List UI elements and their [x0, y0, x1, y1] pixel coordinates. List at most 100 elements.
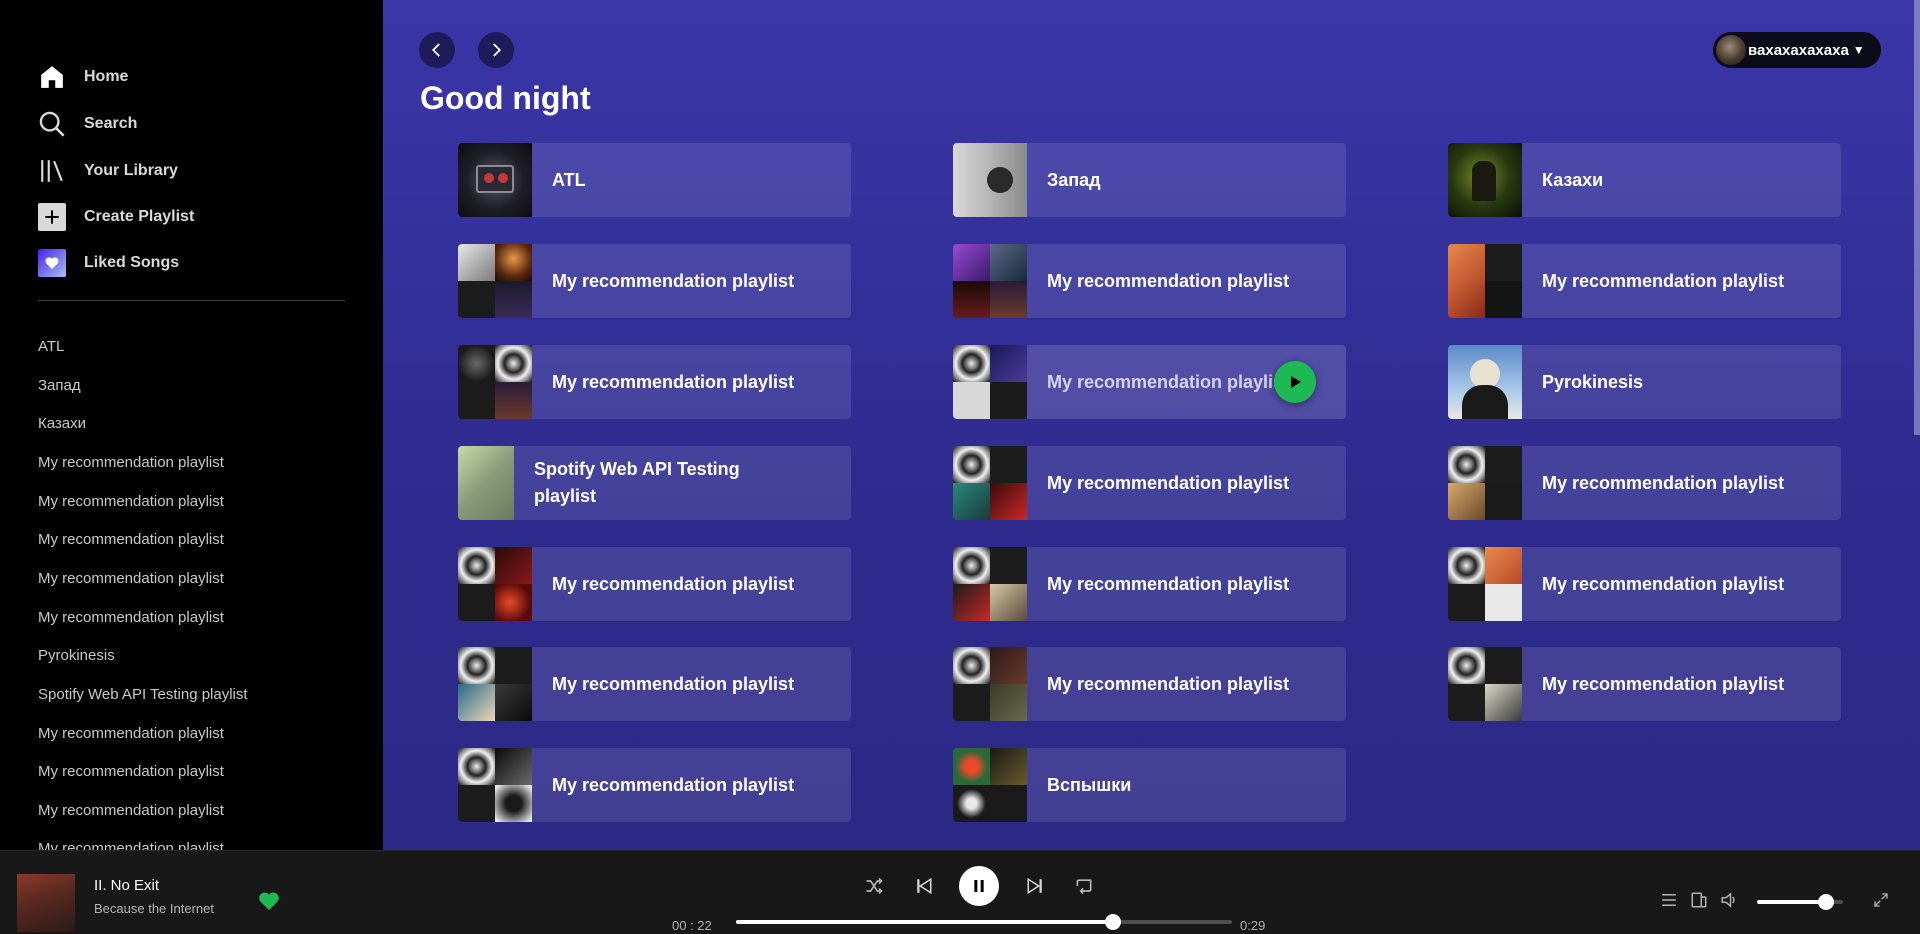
now-playing-title[interactable]: II. No Exit: [94, 877, 159, 894]
sidebar-playlist-item[interactable]: My recommendation playlist: [38, 493, 224, 510]
playlist-cover: [953, 143, 1027, 217]
playlist-card-title: My recommendation playlist: [552, 573, 795, 594]
nav-create-playlist[interactable]: Create Playlist: [38, 200, 194, 234]
progress-fill: [736, 920, 1113, 924]
playlist-card-title: Казахи: [1542, 169, 1604, 190]
playlist-card-title: My recommendation playlist: [1542, 472, 1785, 493]
scrollbar[interactable]: [1914, 0, 1920, 435]
now-playing-artist[interactable]: Because the Internet: [94, 901, 214, 916]
repeat-button[interactable]: [1072, 874, 1096, 898]
avatar: [1716, 35, 1746, 65]
shuffle-icon: [866, 877, 883, 895]
sidebar-playlist-item[interactable]: My recommendation playlist: [38, 763, 224, 780]
heart-filled-icon: [259, 892, 279, 911]
forward-button[interactable]: [478, 32, 514, 68]
user-menu-button[interactable]: вахахахахаха ▼: [1713, 32, 1881, 68]
playlist-card[interactable]: My recommendation playlist: [458, 345, 851, 419]
total-time: 0:29: [1240, 918, 1266, 933]
playlist-card[interactable]: My recommendation playlist: [953, 345, 1346, 419]
sidebar-playlist-item[interactable]: Pyrokinesis: [38, 647, 115, 664]
playlist-card[interactable]: Казахи: [1448, 143, 1841, 217]
playlist-card-title: My recommendation playlist: [1047, 673, 1290, 694]
sidebar-playlist-item[interactable]: ATL: [38, 338, 64, 355]
search-icon: [38, 110, 66, 138]
sidebar-playlist-item[interactable]: My recommendation playlist: [38, 725, 224, 742]
sidebar-playlist-item[interactable]: My recommendation playlist: [38, 840, 224, 850]
fullscreen-button[interactable]: [1870, 889, 1892, 911]
playlist-card[interactable]: My recommendation playlist: [458, 244, 851, 318]
mute-button[interactable]: [1718, 889, 1740, 911]
playlist-card-title: ATL: [552, 169, 586, 190]
play-button[interactable]: [1274, 361, 1316, 403]
volume-icon: [1721, 892, 1735, 908]
playlist-card[interactable]: My recommendation playlist: [1448, 647, 1841, 721]
sidebar-playlist-item[interactable]: My recommendation playlist: [38, 531, 224, 548]
playlist-card-title: Pyrokinesis: [1542, 371, 1644, 392]
playlist-card[interactable]: Запад: [953, 143, 1346, 217]
page-title: Good night: [420, 80, 591, 116]
heart-icon: [38, 249, 66, 277]
playlist-card-title: Вспышки: [1047, 774, 1132, 795]
app-window: Home Search Your Library Create Playlist…: [0, 0, 1920, 934]
playlist-card[interactable]: Spotify Web API Testing playlist: [458, 446, 851, 520]
progress-bar[interactable]: [736, 914, 1232, 930]
playlist-card-title: My recommendation playlist: [1542, 270, 1785, 291]
sidebar-playlist-item[interactable]: Казахи: [38, 415, 86, 432]
playlist-card[interactable]: My recommendation playlist: [953, 547, 1346, 621]
previous-button[interactable]: [912, 874, 936, 898]
playlist-cover: [1448, 345, 1522, 419]
playlist-cover-mosaic: [458, 345, 532, 419]
library-icon: [38, 157, 66, 185]
nav-liked-songs[interactable]: Liked Songs: [38, 246, 179, 280]
nav-home[interactable]: Home: [38, 60, 128, 94]
playlist-card[interactable]: My recommendation playlist: [1448, 244, 1841, 318]
back-button[interactable]: [419, 32, 455, 68]
sidebar: Home Search Your Library Create Playlist…: [0, 0, 383, 850]
expand-icon: [1874, 893, 1888, 907]
next-button[interactable]: [1023, 874, 1047, 898]
volume-slider[interactable]: [1757, 894, 1843, 910]
volume-handle[interactable]: [1817, 894, 1834, 910]
nav-your-library[interactable]: Your Library: [38, 154, 178, 188]
playlist-card-title: My recommendation playlist: [1047, 573, 1290, 594]
progress-handle[interactable]: [1104, 914, 1121, 930]
sidebar-playlist-item[interactable]: My recommendation playlist: [38, 609, 224, 626]
playlist-cover: [1448, 143, 1522, 217]
playlist-card[interactable]: My recommendation playlist: [458, 748, 851, 822]
playlist-cover: [458, 446, 514, 520]
sidebar-divider: [38, 300, 345, 301]
playlist-card[interactable]: My recommendation playlist: [458, 647, 851, 721]
playlist-card-title: My recommendation playlist: [552, 371, 795, 392]
playlist-card[interactable]: My recommendation playlist: [458, 547, 851, 621]
sidebar-playlist-item[interactable]: My recommendation playlist: [38, 454, 224, 471]
sidebar-playlist-item[interactable]: My recommendation playlist: [38, 802, 224, 819]
playlist-card[interactable]: My recommendation playlist: [1448, 547, 1841, 621]
nav-home-label: Home: [84, 68, 129, 85]
playlist-card[interactable]: My recommendation playlist: [953, 446, 1346, 520]
devices-button[interactable]: [1688, 889, 1710, 911]
queue-icon: [1662, 894, 1676, 906]
playlist-card[interactable]: ATL: [458, 143, 851, 217]
like-button[interactable]: [258, 891, 280, 916]
playlist-card[interactable]: My recommendation playlist: [1448, 446, 1841, 520]
sidebar-playlist-item[interactable]: My recommendation playlist: [38, 570, 224, 587]
playlist-cover-mosaic: [458, 748, 532, 822]
playlist-card-title: My recommendation playlist: [1047, 270, 1290, 291]
nav-search[interactable]: Search: [38, 107, 137, 141]
now-playing-cover: [17, 874, 75, 932]
queue-button[interactable]: [1658, 889, 1680, 911]
sidebar-playlist-item[interactable]: Запад: [38, 377, 81, 394]
user-name: вахахахахаха: [1748, 41, 1849, 59]
home-icon: [38, 63, 66, 91]
skip-forward-icon: [1027, 877, 1042, 895]
pause-icon: [974, 880, 984, 892]
playlist-cover-mosaic: [1448, 547, 1522, 621]
playlist-card[interactable]: Вспышки: [953, 748, 1346, 822]
playlist-card[interactable]: My recommendation playlist: [953, 244, 1346, 318]
main-content: вахахахахаха ▼ Good night ATL Запад Каза…: [383, 0, 1920, 850]
playlist-card[interactable]: My recommendation playlist: [953, 647, 1346, 721]
playlist-card[interactable]: Pyrokinesis: [1448, 345, 1841, 419]
shuffle-button[interactable]: [862, 874, 886, 898]
pause-button[interactable]: [959, 866, 999, 906]
sidebar-playlist-item[interactable]: Spotify Web API Testing playlist: [38, 686, 248, 703]
